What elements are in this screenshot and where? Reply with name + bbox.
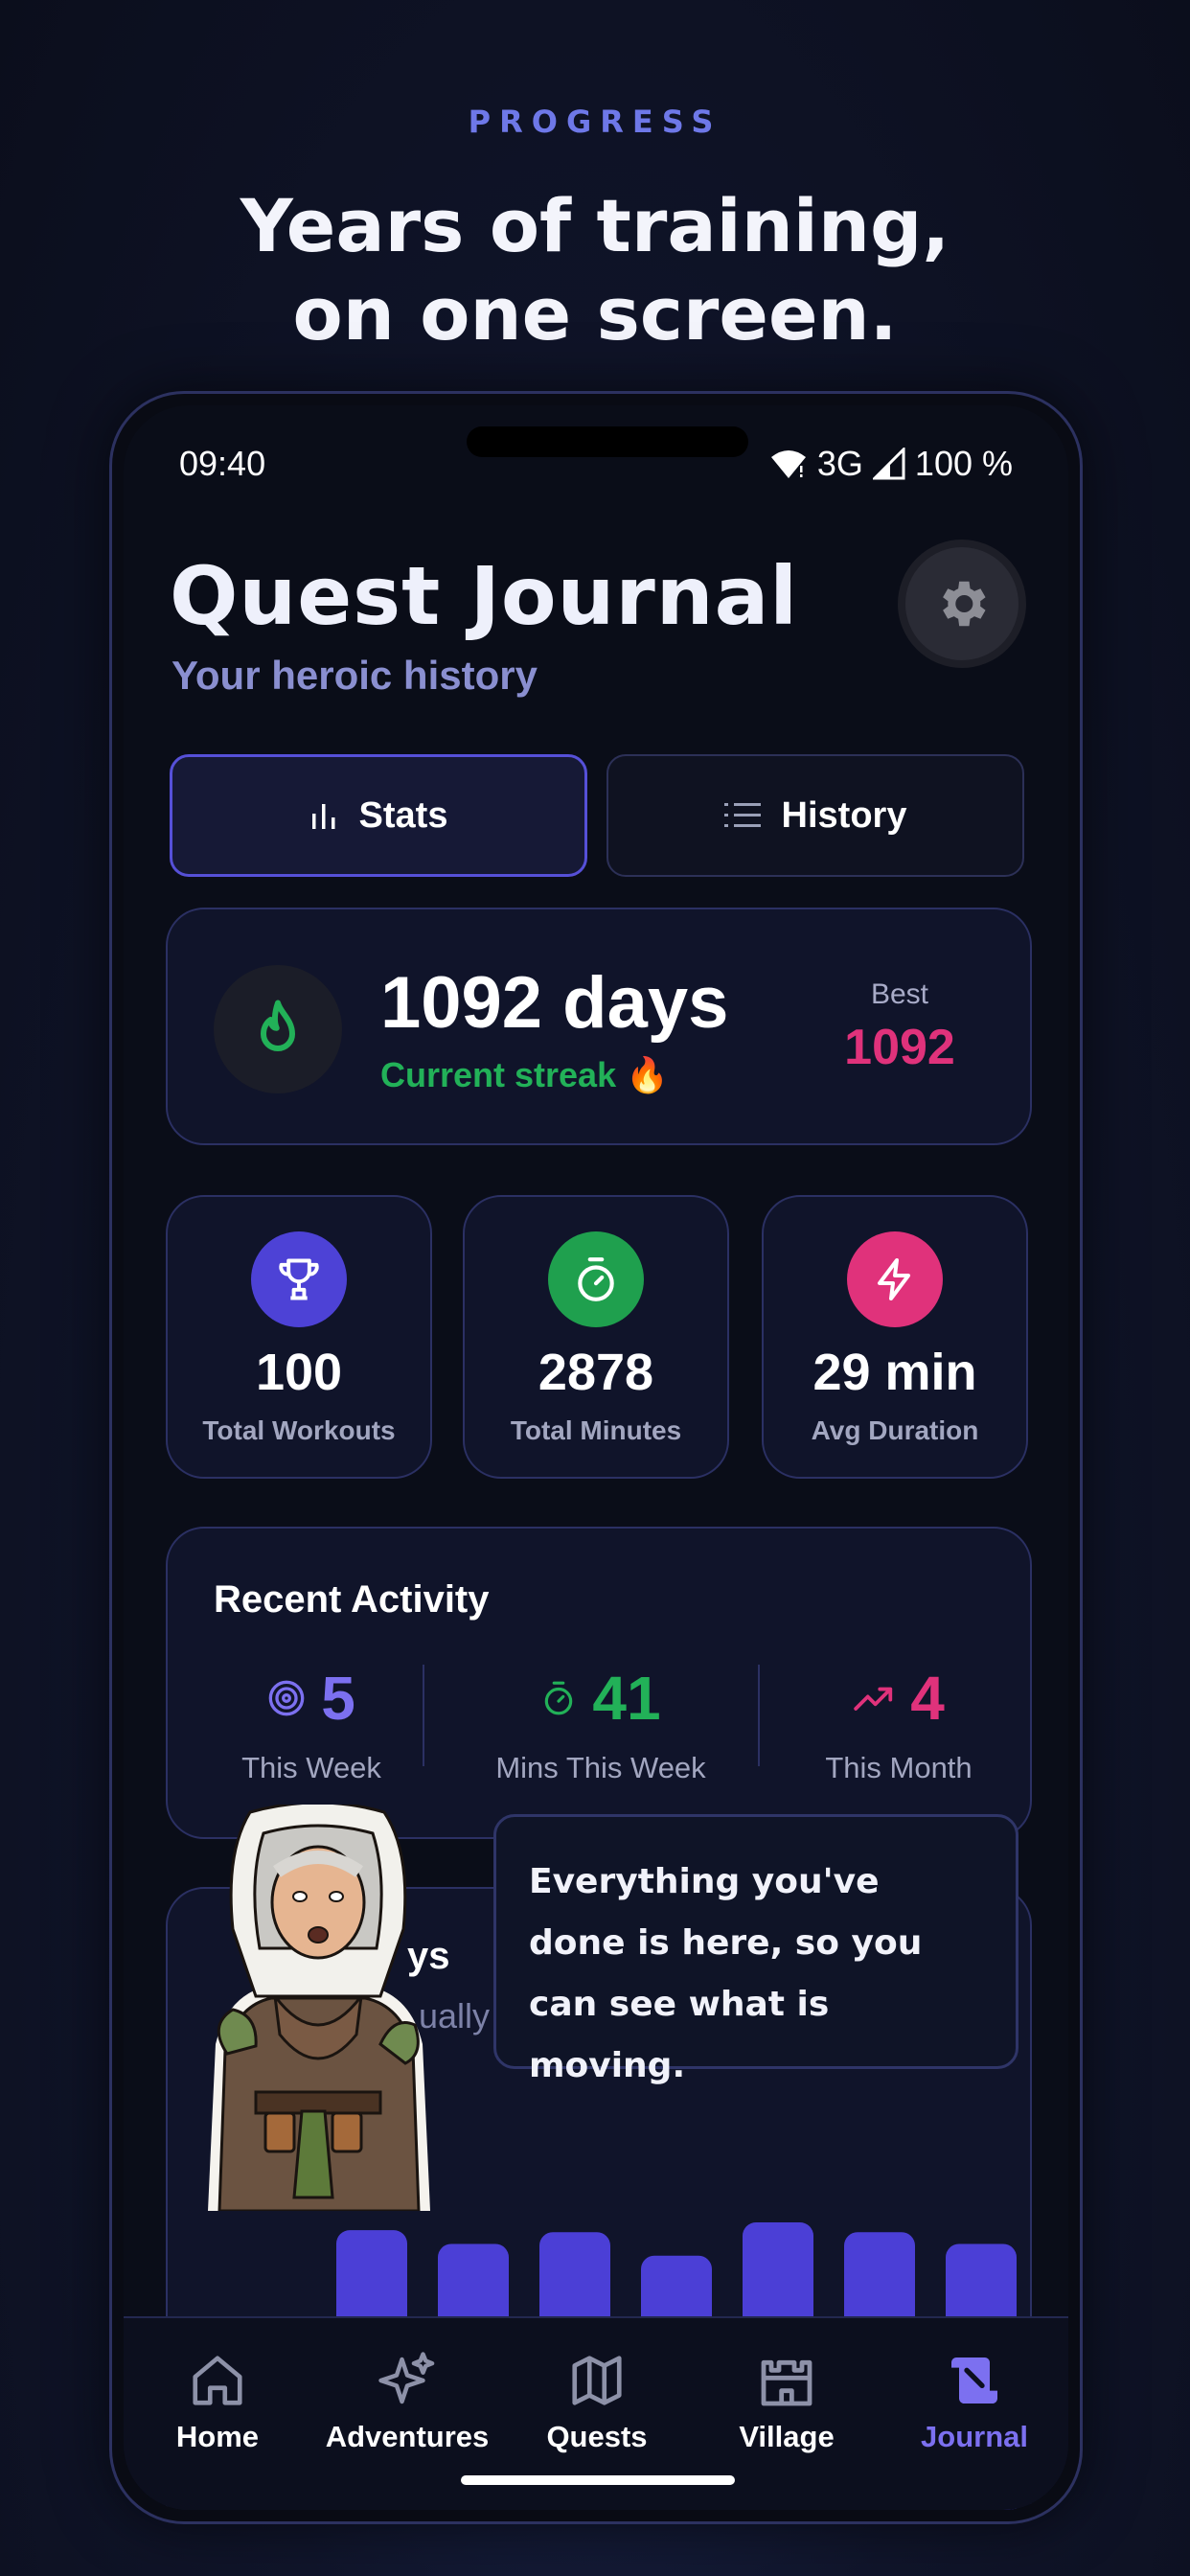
wifi-icon bbox=[770, 450, 806, 478]
divider bbox=[423, 1665, 424, 1766]
network-type: 3G bbox=[816, 444, 863, 483]
recent-value: 5 bbox=[321, 1664, 355, 1733]
divider bbox=[758, 1665, 760, 1766]
page-title: Quest Journal bbox=[170, 549, 799, 643]
stat-card-workouts: 100 Total Workouts bbox=[166, 1195, 432, 1479]
castle-icon bbox=[761, 2359, 812, 2406]
stat-value: 2878 bbox=[538, 1344, 654, 1401]
nav-label: Village bbox=[739, 2420, 835, 2453]
recent-label: This Week bbox=[241, 1751, 381, 1784]
bottom-navigation: Home Adventures Quests Village Journal bbox=[124, 2316, 1068, 2510]
stat-card-duration: 29 min Avg Duration bbox=[762, 1195, 1028, 1479]
nav-label: Adventures bbox=[325, 2420, 490, 2453]
herbalist-portrait bbox=[208, 1801, 430, 2213]
recent-item-week: 5 This Week bbox=[168, 1663, 455, 1785]
streak-icon-circle bbox=[214, 965, 342, 1093]
lightning-icon bbox=[878, 1258, 910, 1300]
recent-item-mins: 41 Mins This Week bbox=[457, 1663, 744, 1785]
sparkle-icon bbox=[378, 2352, 435, 2404]
nav-label: Journal bbox=[921, 2420, 1028, 2453]
nav-adventures[interactable]: Adventures bbox=[321, 2345, 493, 2454]
promo-eyebrow: PROGRESS bbox=[468, 104, 722, 140]
streak-label: Current streak 🔥 bbox=[380, 1055, 669, 1094]
home-indicator[interactable] bbox=[461, 2475, 735, 2485]
hint-tooltip[interactable]: Everything you've done is here, so you c… bbox=[493, 1814, 1018, 2085]
stat-value: 100 bbox=[255, 1344, 343, 1401]
flame-icon bbox=[261, 1000, 295, 1051]
stat-label: Total Minutes bbox=[510, 1415, 682, 1445]
best-streak-label: Best bbox=[870, 978, 929, 1010]
app-screen: 09:40 3G 100 % Quest Journal Your heroic… bbox=[124, 405, 1068, 2510]
nav-home[interactable]: Home bbox=[131, 2345, 304, 2454]
nav-journal[interactable]: Journal bbox=[888, 2345, 1061, 2454]
battery-level: 100 % bbox=[914, 444, 1013, 483]
tab-stats[interactable]: Stats bbox=[170, 754, 587, 877]
nav-label: Quests bbox=[546, 2420, 648, 2453]
settings-button[interactable] bbox=[898, 540, 1026, 668]
trending-up-icon bbox=[854, 1687, 893, 1711]
phone-frame: 09:40 3G 100 % Quest Journal Your heroic… bbox=[109, 391, 1083, 2524]
recent-value: 41 bbox=[592, 1664, 661, 1733]
map-icon bbox=[572, 2356, 622, 2405]
herbalist-character bbox=[189, 1801, 447, 2213]
stat-card-minutes: 2878 Total Minutes bbox=[463, 1195, 729, 1479]
tab-history-label: History bbox=[781, 794, 907, 836]
status-bar: 09:40 3G 100 % bbox=[179, 440, 1013, 488]
cell-signal-icon bbox=[872, 448, 905, 480]
status-time: 09:40 bbox=[179, 444, 266, 483]
stat-label: Avg Duration bbox=[811, 1415, 979, 1445]
nav-village[interactable]: Village bbox=[700, 2345, 873, 2454]
gear-icon bbox=[943, 581, 986, 627]
nav-quests[interactable]: Quests bbox=[511, 2345, 683, 2454]
trophy-icon bbox=[279, 1258, 319, 1300]
recent-item-month: 4 This Month bbox=[769, 1663, 1028, 1785]
recent-label: This Month bbox=[825, 1751, 973, 1784]
best-streak-value: 1092 bbox=[844, 1020, 955, 1075]
recent-label: Mins This Week bbox=[495, 1751, 706, 1784]
recent-activity-title: Recent Activity bbox=[214, 1578, 490, 1621]
stat-icon-circle bbox=[847, 1231, 943, 1327]
recent-value: 4 bbox=[910, 1664, 945, 1733]
list-icon bbox=[723, 803, 761, 827]
tab-history[interactable]: History bbox=[606, 754, 1024, 877]
streak-card: 1092 days Current streak 🔥 Best 1092 bbox=[166, 908, 1032, 1145]
promo-headline: Years of training, on one screen. bbox=[240, 183, 950, 356]
timer-icon bbox=[545, 1681, 573, 1715]
bar-chart-icon bbox=[311, 804, 335, 829]
recent-activity-card: Recent Activity 5 This Week 41 Mins This… bbox=[166, 1527, 1032, 1839]
stat-icon-circle bbox=[548, 1231, 644, 1327]
nav-label: Home bbox=[175, 2420, 260, 2453]
timer-icon bbox=[578, 1257, 614, 1301]
home-icon bbox=[193, 2356, 242, 2405]
tab-stats-label: Stats bbox=[358, 794, 448, 836]
target-icon bbox=[268, 1680, 305, 1716]
stat-value: 29 min bbox=[812, 1344, 977, 1401]
scroll-icon bbox=[951, 2358, 997, 2404]
stat-icon-circle bbox=[251, 1231, 347, 1327]
streak-value: 1092 days bbox=[380, 962, 729, 1044]
status-indicators: 3G 100 % bbox=[769, 444, 1013, 484]
stat-label: Total Workouts bbox=[202, 1415, 396, 1445]
page-subtitle: Your heroic history bbox=[172, 653, 538, 698]
